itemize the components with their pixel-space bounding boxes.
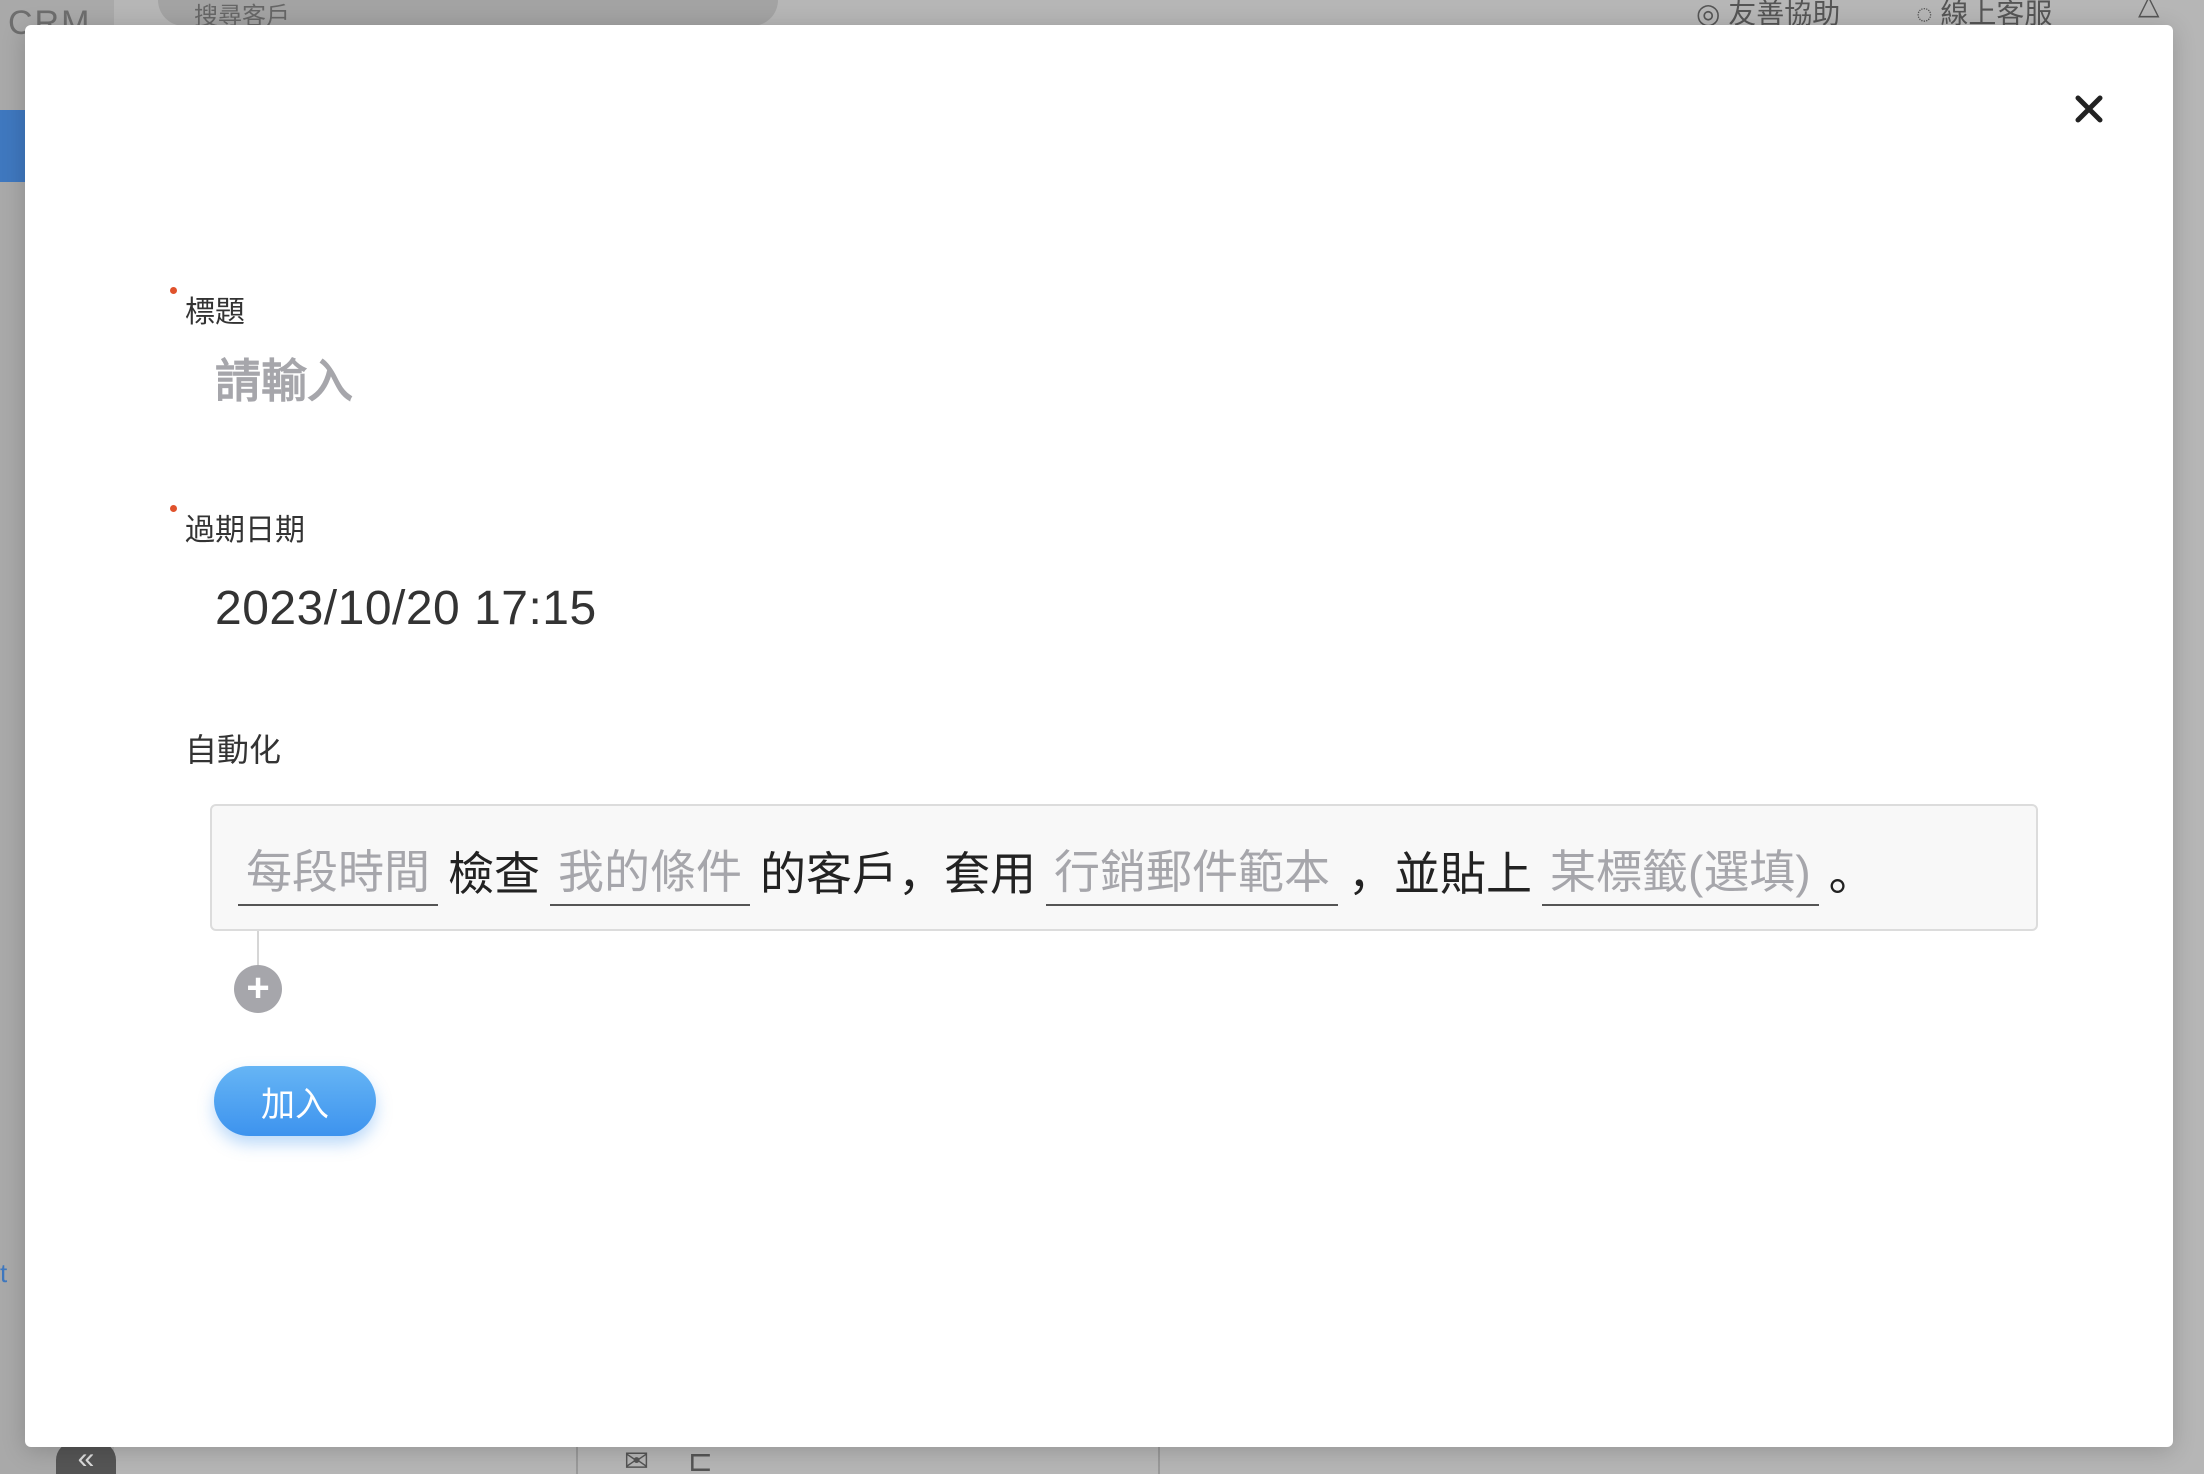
close-button[interactable] bbox=[2067, 87, 2111, 131]
close-icon bbox=[2075, 95, 2103, 123]
automation-label: 自動化 bbox=[185, 732, 282, 768]
title-label-text: 標題 bbox=[185, 296, 245, 329]
title-field: 標題 bbox=[170, 287, 1085, 411]
search-icon: ⌕ bbox=[828, 0, 844, 1]
automation-field: 自動化 bbox=[185, 725, 281, 771]
panel-divider bbox=[576, 1446, 578, 1474]
plus-icon: + bbox=[246, 965, 270, 1010]
tag-select[interactable]: 某標籤(選填) bbox=[1542, 836, 1819, 906]
add-rule-button[interactable]: + bbox=[234, 965, 282, 1013]
rule-text-customers-apply: 的客戶，套用 bbox=[760, 847, 1036, 900]
sidebar-link: t bbox=[0, 1258, 8, 1288]
condition-select[interactable]: 我的條件 bbox=[550, 836, 750, 906]
required-indicator bbox=[170, 287, 177, 294]
expiry-date-field: 過期日期 2023/10/20 17:15 bbox=[170, 505, 596, 635]
expiry-date-label: 過期日期 bbox=[170, 505, 305, 549]
rule-connector-line bbox=[257, 931, 259, 967]
mail-icon: ✉ bbox=[624, 1445, 650, 1474]
rule-text-and-tag: ，並貼上 bbox=[1348, 847, 1532, 900]
customer-search-bar: 搜尋客戶 ⌕ ⌄ bbox=[158, 0, 778, 30]
expiry-date-picker[interactable]: 2023/10/20 17:15 bbox=[215, 581, 597, 636]
bell-icon: △ bbox=[2138, 0, 2160, 20]
title-label: 標題 bbox=[170, 287, 245, 331]
title-input[interactable] bbox=[185, 351, 1085, 411]
flow-icon: ⊏ bbox=[688, 1445, 714, 1474]
email-template-select[interactable]: 行銷郵件範本 bbox=[1046, 836, 1338, 906]
panel-divider bbox=[1158, 1446, 1160, 1474]
expiry-date-label-text: 過期日期 bbox=[185, 514, 305, 547]
frequency-select[interactable]: 每段時間 bbox=[238, 836, 438, 906]
rule-text-check: 檢查 bbox=[448, 847, 540, 900]
rule-text-end: 。 bbox=[1828, 847, 1875, 900]
required-indicator bbox=[170, 505, 177, 512]
submit-button[interactable]: 加入 bbox=[214, 1066, 376, 1136]
automation-modal: 標題 過期日期 2023/10/20 17:15 自動化 每段時間 檢查 我的條… bbox=[25, 25, 2173, 1447]
automation-rule-row: 每段時間 檢查 我的條件 的客戶，套用 行銷郵件範本 ，並貼上 某標籤(選填) … bbox=[210, 804, 2038, 931]
